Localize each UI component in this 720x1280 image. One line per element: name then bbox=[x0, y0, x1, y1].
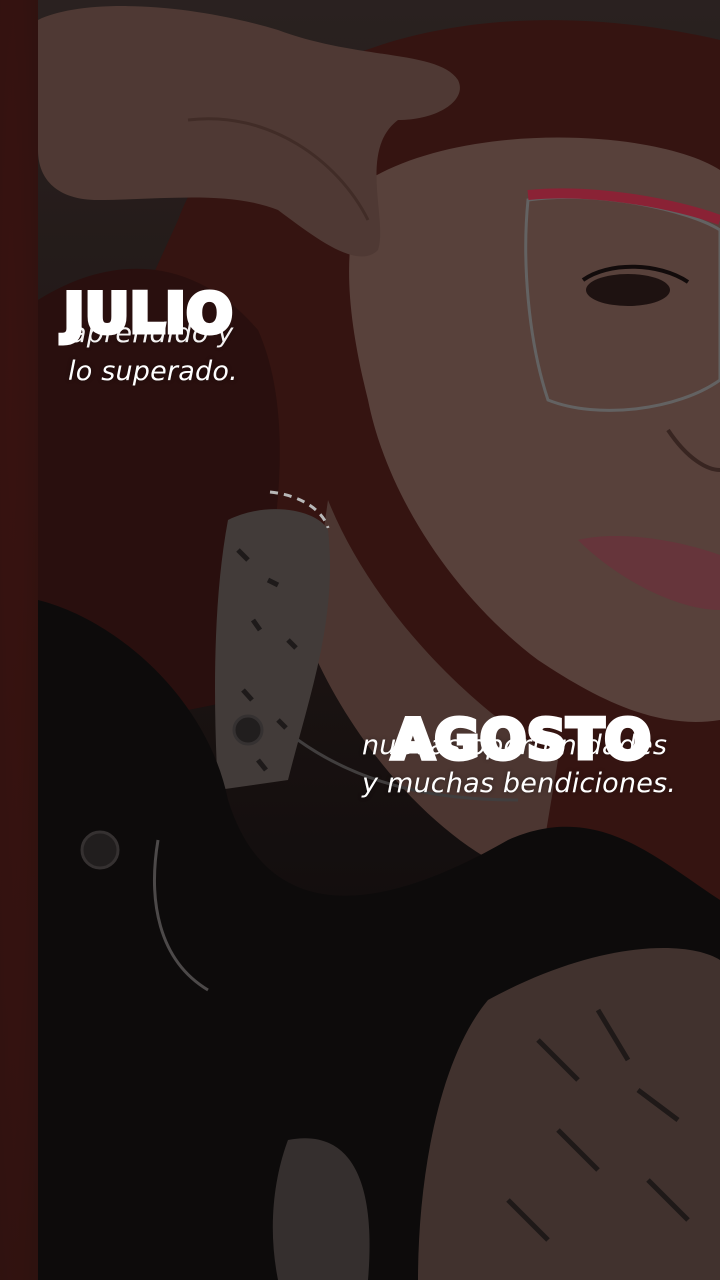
story-frame: aprendido y JULIO lo superado. nuevas op… bbox=[0, 0, 720, 1280]
agosto-title: AGOSTO bbox=[390, 706, 654, 774]
julio-caption-line: lo superado. bbox=[68, 356, 238, 387]
previous-story-edge bbox=[0, 0, 38, 1280]
portrait-illustration bbox=[38, 6, 720, 1280]
background-photo bbox=[38, 0, 720, 1280]
julio-title: JULIO bbox=[61, 280, 234, 348]
agosto-caption-line: y muchas bendiciones. bbox=[362, 768, 677, 799]
